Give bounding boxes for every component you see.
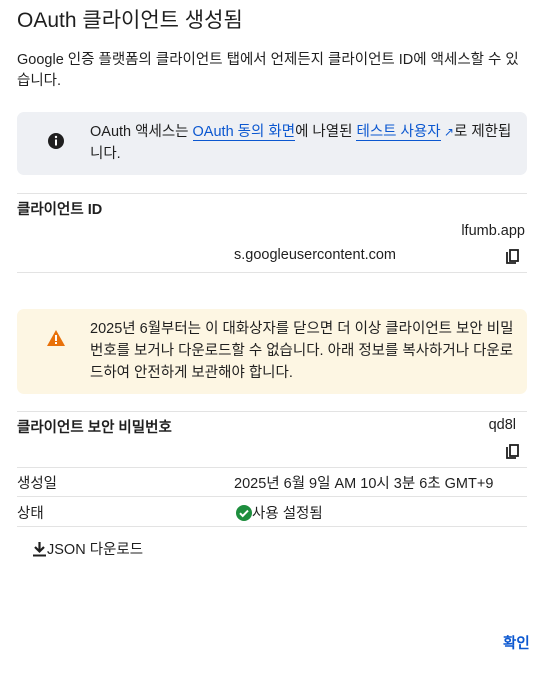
created-value: 2025년 6월 9일 AM 10시 3분 6초 GMT+9	[234, 476, 494, 492]
client-secret-value: qd8l	[488, 417, 516, 433]
warning-icon	[47, 330, 65, 346]
client-id-label: 클라이언트 ID	[17, 202, 103, 218]
divider	[17, 272, 527, 273]
info-banner: OAuth 액세스는 OAuth 동의 화면에 나열된 테스트 사용자 ↗로 제…	[17, 112, 527, 175]
info-text: OAuth 액세스는 OAuth 동의 화면에 나열된 테스트 사용자 ↗로 제…	[90, 121, 515, 165]
divider	[17, 496, 527, 497]
warning-banner: 2025년 6월부터는 이 대화상자를 닫으면 더 이상 클라이언트 보안 비밀…	[17, 309, 527, 394]
copy-client-id-icon[interactable]	[506, 249, 520, 265]
info-text-mid: 에 나열된	[295, 124, 357, 140]
info-text-pre: OAuth 액세스는	[90, 124, 193, 140]
test-users-link[interactable]: 테스트 사용자	[356, 124, 441, 141]
divider	[17, 193, 527, 194]
status-badge: 사용 설정됨	[236, 502, 323, 523]
client-secret-label: 클라이언트 보안 비밀번호	[17, 420, 172, 436]
dialog-title: OAuth 클라이언트 생성됨	[17, 9, 243, 32]
info-icon	[48, 133, 64, 149]
download-icon	[33, 541, 46, 556]
divider	[17, 526, 527, 527]
warning-text: 2025년 6월부터는 이 대화상자를 닫으면 더 이상 클라이언트 보안 비밀…	[90, 321, 514, 381]
client-id-line2: s.googleusercontent.com	[234, 247, 397, 263]
copy-client-secret-icon[interactable]	[506, 444, 520, 460]
divider	[17, 467, 527, 468]
ok-button[interactable]: 확인	[503, 632, 530, 653]
status-label: 상태	[17, 506, 44, 522]
test-users-link-label: 테스트 사용자	[356, 124, 441, 140]
external-link-icon: ↗	[440, 125, 454, 139]
dialog-description: Google 인증 플랫폼의 클라이언트 탭에서 언제든지 클라이언트 ID에 …	[17, 52, 519, 89]
divider	[17, 411, 527, 412]
oauth-consent-screen-link[interactable]: OAuth 동의 화면	[192, 124, 296, 141]
client-id-line1: lfumb.app	[461, 223, 525, 239]
created-label: 생성일	[17, 476, 58, 492]
status-value: 사용 설정됨	[252, 506, 323, 522]
check-circle-icon	[236, 504, 252, 521]
download-json-label: JSON 다운로드	[47, 542, 144, 558]
download-json-button[interactable]: JSON 다운로드	[32, 538, 143, 559]
